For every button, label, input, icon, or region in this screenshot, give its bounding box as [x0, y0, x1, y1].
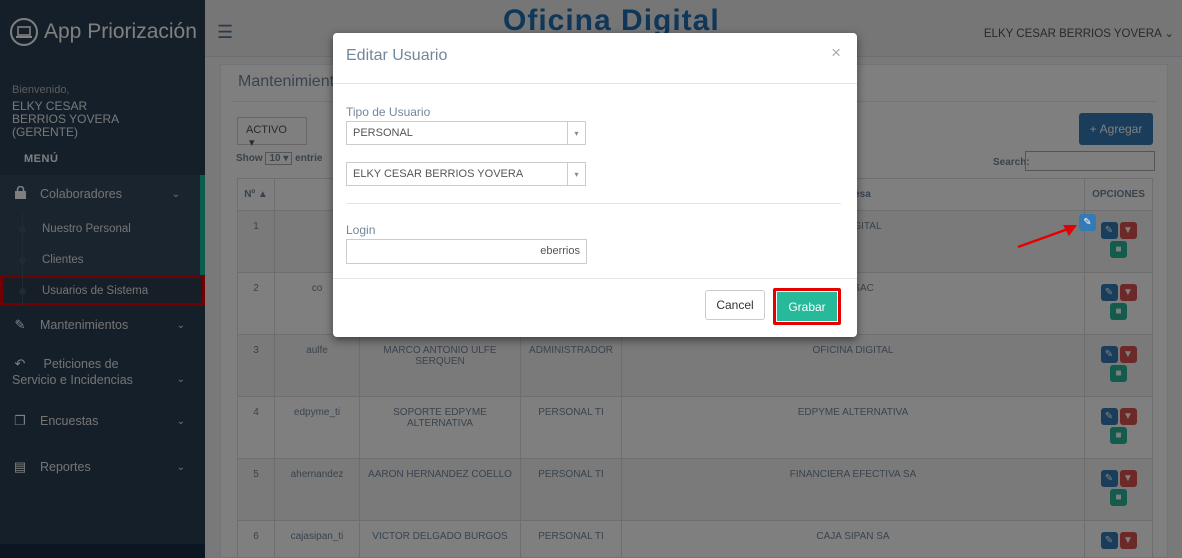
- login-input[interactable]: eberrios: [346, 239, 587, 264]
- chevron-down-icon: ▾: [567, 163, 585, 185]
- person-select[interactable]: ELKY CESAR BERRIOS YOVERA ▾: [346, 162, 586, 186]
- modal-title: Editar Usuario: [346, 47, 448, 64]
- save-button[interactable]: Grabar: [776, 291, 838, 322]
- cancel-button[interactable]: Cancel: [705, 290, 765, 320]
- person-value: ELKY CESAR BERRIOS YOVERA: [353, 168, 524, 180]
- modal-footer-divider: [333, 278, 857, 279]
- highlighted-edit-icon[interactable]: ✎: [1079, 214, 1096, 231]
- user-type-select[interactable]: PERSONAL ▾: [346, 121, 586, 145]
- login-label: Login: [346, 223, 376, 237]
- form-divider: [346, 203, 841, 204]
- modal-header-divider: [333, 83, 857, 84]
- user-type-value: PERSONAL: [353, 127, 413, 139]
- save-button-highlight: Grabar: [773, 288, 841, 325]
- edit-user-modal: Editar Usuario × Tipo de Usuario PERSONA…: [333, 33, 857, 337]
- user-type-label: Tipo de Usuario: [346, 105, 431, 119]
- close-icon[interactable]: ×: [831, 43, 841, 63]
- annotation-arrow-icon: [1017, 225, 1077, 249]
- chevron-down-icon: ▾: [567, 122, 585, 144]
